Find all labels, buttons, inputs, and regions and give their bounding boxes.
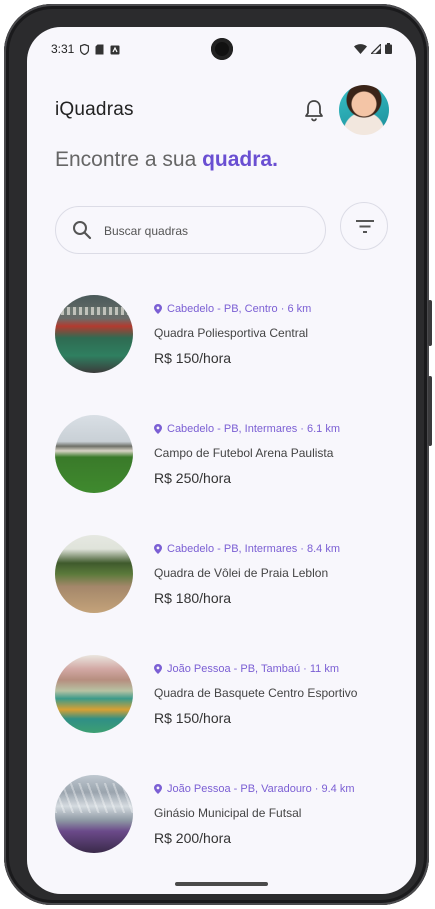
court-price: R$ 200/hora bbox=[154, 830, 232, 846]
court-name: Quadra Poliesportiva Central bbox=[154, 326, 309, 340]
tagline-highlight: quadra. bbox=[202, 148, 278, 171]
wifi-icon bbox=[354, 41, 367, 59]
avatar[interactable] bbox=[339, 85, 389, 135]
bell-icon[interactable] bbox=[303, 98, 325, 122]
location-pin-icon bbox=[154, 784, 162, 794]
court-price: R$ 150/hora bbox=[154, 350, 232, 366]
court-thumbnail bbox=[55, 295, 133, 373]
app-screen: 3:31 iQuadras Encontre a sua quadra. Bus… bbox=[27, 27, 416, 894]
search-input[interactable] bbox=[104, 221, 304, 241]
location-pin-icon bbox=[154, 544, 162, 554]
court-location: João Pessoa - PB, Tambaú · 11 km bbox=[167, 663, 340, 675]
court-name: Campo de Futebol Arena Paulista bbox=[154, 446, 334, 460]
filter-icon bbox=[356, 220, 374, 238]
court-list: Cabedelo - PB, Centro · 6 km Quadra Poli… bbox=[55, 295, 395, 894]
court-list-item[interactable]: Cabedelo - PB, Intermares · 6.1 km Campo… bbox=[55, 415, 395, 535]
app-header: iQuadras bbox=[55, 85, 389, 135]
court-location: Cabedelo - PB, Intermares · 8.4 km bbox=[167, 543, 341, 555]
location-pin-icon bbox=[154, 664, 162, 674]
home-indicator[interactable] bbox=[175, 882, 268, 886]
court-name: Quadra de Vôlei de Praia Leblon bbox=[154, 566, 329, 580]
location-pin-icon bbox=[154, 424, 162, 434]
court-thumbnail bbox=[55, 415, 133, 493]
location-pin-icon bbox=[154, 304, 162, 314]
court-thumbnail bbox=[55, 775, 133, 853]
battery-icon bbox=[385, 41, 392, 59]
court-list-item[interactable]: Cabedelo - PB, Intermares · 8.4 km Quadr… bbox=[55, 535, 395, 655]
power-button bbox=[428, 376, 432, 446]
volume-button bbox=[428, 300, 432, 346]
front-camera bbox=[211, 38, 233, 60]
court-location: Cabedelo - PB, Intermares · 6.1 km bbox=[167, 423, 341, 435]
court-thumbnail bbox=[55, 655, 133, 733]
court-location: João Pessoa - PB, Varadouro · 9.4 km bbox=[167, 783, 355, 795]
filter-button[interactable] bbox=[340, 202, 388, 250]
court-price: R$ 180/hora bbox=[154, 590, 232, 606]
court-list-item[interactable]: João Pessoa - PB, Tambaú · 11 km Quadra … bbox=[55, 655, 395, 775]
court-price: R$ 150/hora bbox=[154, 710, 232, 726]
tagline: Encontre a sua quadra. bbox=[55, 148, 278, 172]
court-location: Cabedelo - PB, Centro · 6 km bbox=[167, 303, 312, 315]
tagline-text: Encontre a sua bbox=[55, 148, 203, 171]
search-bar[interactable] bbox=[55, 206, 326, 254]
device-frame: 3:31 iQuadras Encontre a sua quadra. Bus… bbox=[4, 4, 432, 905]
sd-card-icon bbox=[95, 42, 104, 60]
court-price: R$ 250/hora bbox=[154, 470, 232, 486]
search-icon bbox=[72, 220, 92, 240]
signal-icon bbox=[369, 41, 382, 59]
status-bar: 3:31 bbox=[27, 27, 416, 71]
court-thumbnail bbox=[55, 535, 133, 613]
court-list-item[interactable]: João Pessoa - PB, Varadouro · 9.4 km Gin… bbox=[55, 775, 395, 894]
app-title: iQuadras bbox=[55, 99, 134, 120]
court-list-item[interactable]: Cabedelo - PB, Centro · 6 km Quadra Poli… bbox=[55, 295, 395, 415]
court-name: Quadra de Basquete Centro Esportivo bbox=[154, 686, 358, 700]
app-notification-icon bbox=[110, 42, 120, 60]
shield-icon bbox=[79, 42, 90, 60]
status-time: 3:31 bbox=[51, 42, 75, 56]
court-name: Ginásio Municipal de Futsal bbox=[154, 806, 302, 820]
